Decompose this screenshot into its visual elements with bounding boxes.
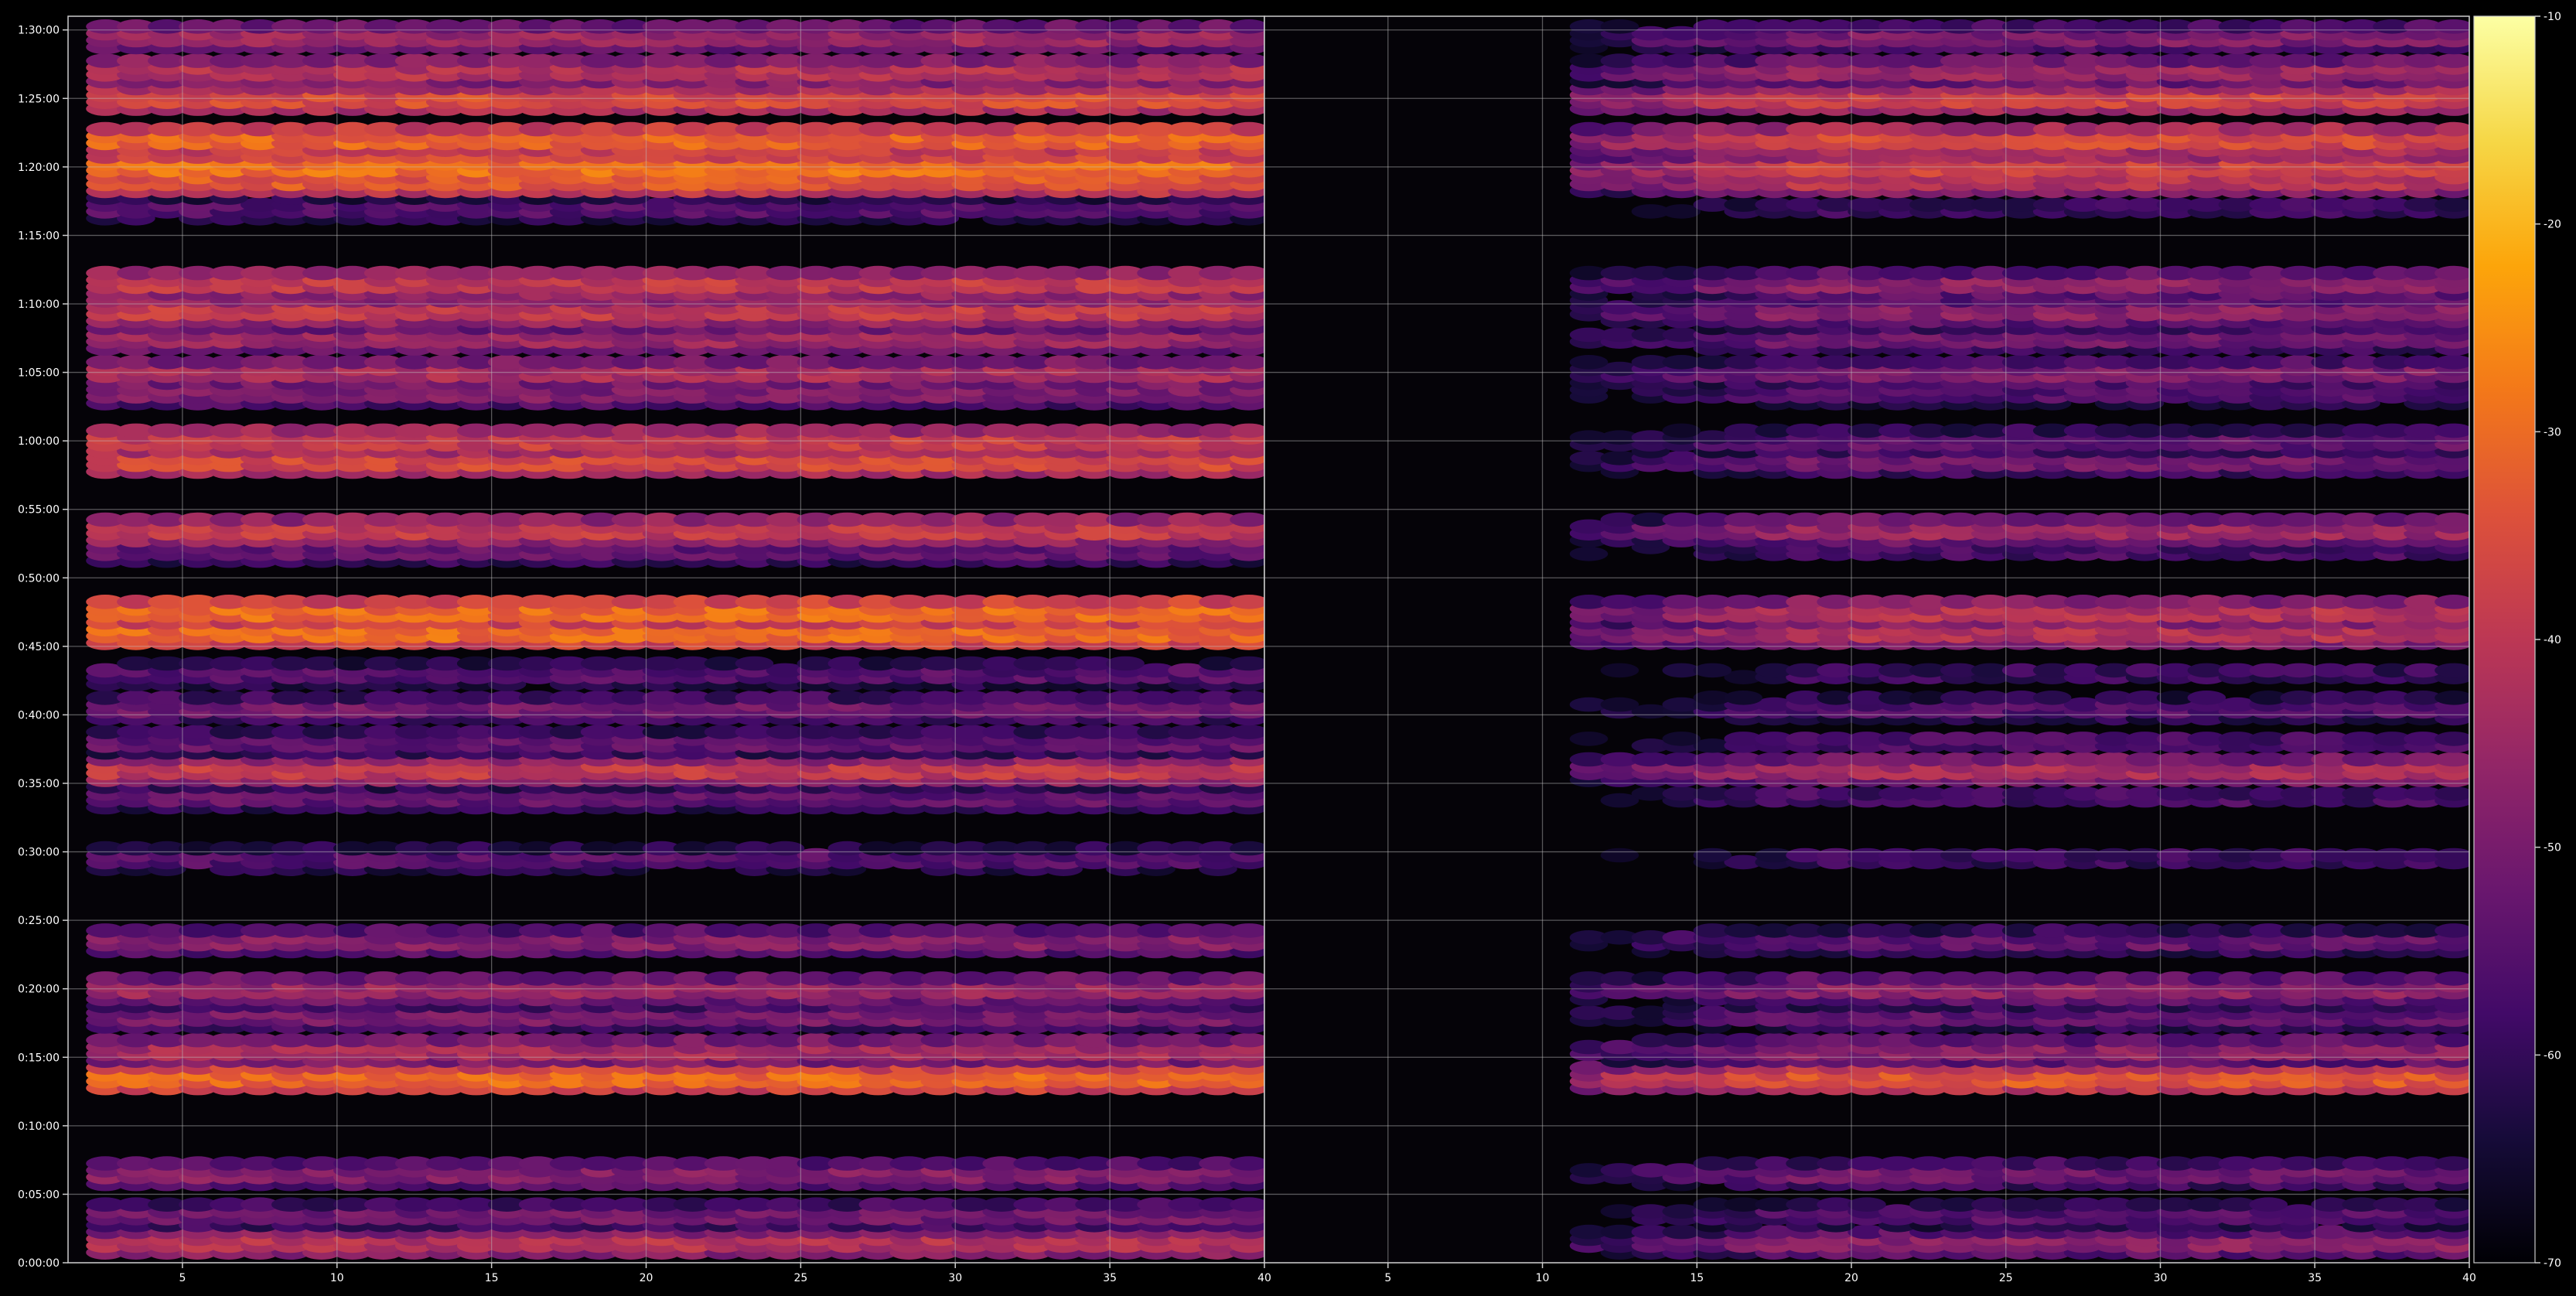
heatmap-cell — [1230, 355, 1268, 370]
heatmap-cell — [2250, 1197, 2288, 1212]
heatmap-cell — [2434, 1197, 2473, 1212]
y-tick-label: 0:35:00 — [18, 778, 60, 790]
y-tick-label: 1:05:00 — [18, 367, 60, 380]
y-tick-label: 1:00:00 — [18, 435, 60, 448]
x-tick-label: 10 — [330, 1272, 344, 1284]
x-tick-label: 30 — [948, 1272, 962, 1284]
heatmap-cell — [1230, 53, 1268, 68]
heatmap-cell — [1230, 691, 1268, 705]
left-heatmap-panel: 5 10 15 20 25 30 35 40 0:00:00 0:05:00 0:10:00 0:15… — [18, 16, 1271, 1284]
heatmap-cell — [1230, 841, 1268, 856]
heatmap-cell — [766, 841, 805, 856]
heatmap-cell — [1230, 595, 1268, 609]
y-tick-label: 0:05:00 — [18, 1189, 60, 1201]
y-tick-label: 0:30:00 — [18, 847, 60, 859]
heatmap-cells — [1570, 19, 2473, 1260]
heatmap-cell — [1230, 657, 1268, 671]
y-tick-label: 1:25:00 — [18, 93, 60, 105]
y-tick-label: 0:15:00 — [18, 1052, 60, 1064]
heatmap-cell — [1230, 971, 1268, 986]
x-tick-label: 40 — [1257, 1272, 1271, 1284]
y-tick-label: 1:20:00 — [18, 162, 60, 174]
y-tick-label: 0:50:00 — [18, 572, 60, 585]
y-tick-label: 0:40:00 — [18, 709, 60, 721]
heatmap-cell — [1230, 1197, 1268, 1212]
y-tick-label: 1:15:00 — [18, 230, 60, 242]
x-tick-label: 35 — [1103, 1272, 1117, 1284]
y-tick-label: 0:25:00 — [18, 915, 60, 927]
x-tick-label: 25 — [793, 1272, 807, 1284]
heatmap-cell — [1230, 725, 1268, 739]
x-tick-label: 5 — [179, 1272, 186, 1284]
heatmap-cell — [1230, 19, 1268, 34]
y-tick-label: 0:20:00 — [18, 984, 60, 996]
heatmap-cell — [735, 657, 774, 671]
heatmap-cell — [1230, 1033, 1268, 1048]
heatmap-cell — [1230, 424, 1268, 438]
x-tick-label: 20 — [640, 1272, 653, 1284]
heatmap-cell — [1230, 923, 1268, 938]
right-heatmap-panel: 510152025303540 — [1264, 16, 2476, 1284]
y-tick-label: 0:10:00 — [18, 1120, 60, 1133]
y-tick-label: 0:45:00 — [18, 641, 60, 653]
y-tick-label: 1:10:00 — [18, 298, 60, 311]
y-tick-label: 0:55:00 — [18, 504, 60, 517]
heatmap-cell — [1230, 513, 1268, 527]
heatmap-cell — [1848, 1197, 1886, 1212]
chart-canvas: 5101520253035400:00:000:05:000:10:000:15… — [0, 0, 2576, 1293]
spectrogram-figure: 5101520253035400:00:000:05:000:10:000:15… — [0, 0, 2576, 1293]
y-tick-label: 0:00:00 — [18, 1257, 60, 1270]
heatmap-cell — [1230, 1156, 1268, 1171]
heatmap-cell — [1230, 122, 1268, 137]
heatmap-cell — [1230, 266, 1268, 281]
x-tick-label: 15 — [485, 1272, 499, 1284]
heatmap-cells — [86, 19, 1268, 1260]
heatmap-cell — [1106, 657, 1145, 671]
y-tick-label: 1:30:00 — [18, 25, 60, 37]
